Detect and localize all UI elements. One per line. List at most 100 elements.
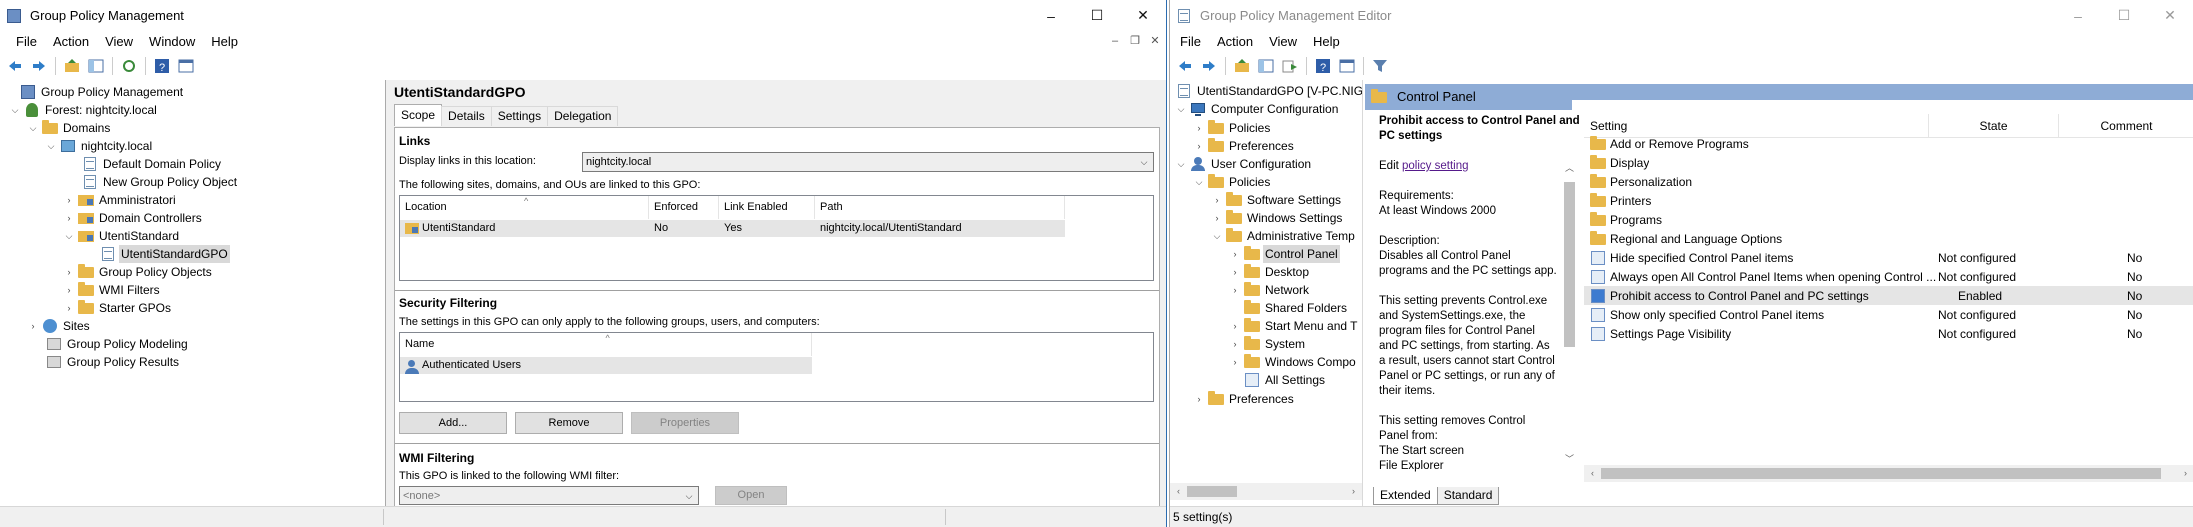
tree-item-administrative-templates[interactable]: ⌵ Administrative Temp — [1210, 227, 1357, 245]
expand-icon[interactable]: › — [1210, 193, 1224, 207]
tree-item-modeling[interactable]: Group Policy Modeling — [44, 335, 190, 353]
scroll-down-icon[interactable]: ﹀ — [1561, 451, 1578, 468]
add-button[interactable]: Add... — [399, 412, 507, 434]
tree-item-software-settings[interactable]: › Software Settings — [1210, 191, 1343, 209]
expand-icon[interactable]: › — [1228, 283, 1242, 297]
tree-item-forest[interactable]: ⌵ Forest: nightcity.local — [8, 101, 159, 119]
properties-button[interactable]: Properties — [631, 412, 739, 434]
tree-item-user-configuration[interactable]: ⌵ User Configuration — [1174, 155, 1313, 173]
close-button[interactable]: ✕ — [2147, 0, 2193, 31]
help-icon[interactable]: ? — [151, 55, 173, 77]
remove-button[interactable]: Remove — [515, 412, 623, 434]
list-horizontal-scrollbar[interactable]: ‹ › — [1584, 465, 2193, 482]
list-item-policy[interactable]: Always open All Control Panel Items when… — [1584, 267, 2193, 286]
column-link-enabled[interactable]: Link Enabled — [719, 196, 815, 219]
edit-policy-setting-link[interactable]: policy setting — [1402, 160, 1468, 172]
tree-item-user-policies[interactable]: ⌵ Policies — [1192, 173, 1272, 191]
expand-icon[interactable]: › — [1228, 265, 1242, 279]
tree-item-amministratori[interactable]: › Amministratori — [62, 191, 178, 209]
menu-action[interactable]: Action — [1209, 31, 1261, 53]
display-links-combo[interactable]: nightcity.local ⌵ — [582, 152, 1154, 172]
tree-item-sites[interactable]: › Sites — [26, 317, 92, 335]
tree-item-windows-components[interactable]: › Windows Compo — [1228, 353, 1358, 371]
tree-item-computer-policies[interactable]: › Policies — [1192, 119, 1272, 137]
menu-help[interactable]: Help — [1305, 31, 1348, 53]
minimize-button[interactable]: – — [1028, 0, 1074, 31]
scroll-up-icon[interactable]: ︿ — [1561, 160, 1578, 177]
mdi-minimize-button[interactable]: – — [1107, 33, 1123, 49]
collapse-icon[interactable]: ⌵ — [1174, 102, 1188, 116]
description-scrollbar[interactable]: ︿ ﹀ — [1561, 160, 1578, 468]
table-row[interactable]: UtentiStandard No Yes nightcity.local/Ut… — [400, 220, 1065, 237]
expand-icon[interactable]: › — [26, 319, 40, 333]
tree-item-default-domain-policy[interactable]: Default Domain Policy — [80, 155, 223, 173]
menu-help[interactable]: Help — [203, 31, 246, 53]
menu-file[interactable]: File — [8, 31, 45, 53]
tree-item-gpo-root[interactable]: UtentiStandardGPO [V-PC.NIGH — [1174, 82, 1362, 100]
expand-icon[interactable]: › — [1228, 355, 1242, 369]
wmi-open-button[interactable]: Open — [715, 486, 787, 505]
expand-icon[interactable]: › — [62, 265, 76, 279]
menu-file[interactable]: File — [1172, 31, 1209, 53]
collapse-icon[interactable]: ⌵ — [44, 139, 58, 153]
expand-icon[interactable]: › — [1228, 337, 1242, 351]
expand-icon[interactable]: › — [62, 211, 76, 225]
tree-item-network[interactable]: › Network — [1228, 281, 1311, 299]
tree-item-control-panel[interactable]: › Control Panel — [1228, 245, 1340, 263]
tab-details[interactable]: Details — [441, 106, 492, 126]
close-button[interactable]: ✕ — [1120, 0, 1166, 31]
column-path[interactable]: Path — [815, 196, 1065, 219]
tree-item-new-gpo[interactable]: New Group Policy Object — [80, 173, 239, 191]
list-item-policy[interactable]: Hide specified Control Panel items Not co… — [1584, 248, 2193, 267]
tree-item-group-policy-objects[interactable]: › Group Policy Objects — [62, 263, 214, 281]
tree-item-computer-preferences[interactable]: › Preferences — [1192, 137, 1296, 155]
expand-icon[interactable]: › — [1228, 319, 1242, 333]
collapse-icon[interactable]: ⌵ — [26, 121, 40, 135]
column-name[interactable]: Name ^ — [400, 333, 812, 356]
help-icon[interactable]: ? — [1312, 55, 1334, 77]
filter-icon[interactable] — [1369, 55, 1391, 77]
list-item-folder[interactable]: Programs — [1584, 210, 2193, 229]
refresh-icon[interactable] — [118, 55, 140, 77]
list-item-folder[interactable]: Printers — [1584, 191, 2193, 210]
list-item-policy[interactable]: Show only specified Control Panel items N… — [1584, 305, 2193, 324]
tree-item-start-menu[interactable]: › Start Menu and T — [1228, 317, 1360, 335]
wmi-filter-combo[interactable]: <none> ⌵ — [399, 486, 699, 505]
list-item-policy[interactable]: Settings Page Visibility Not configured No — [1584, 324, 2193, 343]
show-hide-tree-icon[interactable] — [85, 55, 107, 77]
show-hide-tree-icon[interactable] — [1255, 55, 1277, 77]
collapse-icon[interactable]: ⌵ — [8, 103, 22, 117]
tree-item-user-preferences[interactable]: › Preferences — [1192, 390, 1296, 408]
tree-item-domain-controllers[interactable]: › Domain Controllers — [62, 209, 204, 227]
tree-item-gpm-root[interactable]: Group Policy Management — [4, 83, 185, 101]
scroll-thumb[interactable] — [1564, 182, 1575, 347]
expand-icon[interactable]: › — [1192, 139, 1206, 153]
menu-view[interactable]: View — [97, 31, 141, 53]
list-item-policy-selected[interactable]: Prohibit access to Control Panel and PC … — [1584, 286, 2193, 305]
tree-item-results[interactable]: Group Policy Results — [44, 353, 181, 371]
tree-item-starter-gpos[interactable]: › Starter GPOs — [62, 299, 173, 317]
list-item-folder[interactable]: Add or Remove Programs — [1584, 134, 2193, 153]
tree-item-all-settings[interactable]: All Settings — [1242, 371, 1327, 389]
expand-icon[interactable]: › — [62, 193, 76, 207]
tree-item-windows-settings[interactable]: › Windows Settings — [1210, 209, 1344, 227]
minimize-button[interactable]: – — [2055, 0, 2101, 31]
scroll-left-icon[interactable]: ‹ — [1170, 483, 1187, 500]
tab-scope[interactable]: Scope — [394, 104, 443, 126]
tree-item-domains[interactable]: ⌵ Domains — [26, 119, 112, 137]
tree-item-wmi-filters[interactable]: › WMI Filters — [62, 281, 162, 299]
expand-icon[interactable]: › — [1228, 247, 1242, 261]
extended-view-icon[interactable] — [1336, 55, 1358, 77]
menu-view[interactable]: View — [1261, 31, 1305, 53]
column-enforced[interactable]: Enforced — [649, 196, 719, 219]
collapse-icon[interactable]: ⌵ — [1210, 229, 1224, 243]
menu-window[interactable]: Window — [141, 31, 203, 53]
back-arrow-icon[interactable] — [4, 55, 26, 77]
menu-action[interactable]: Action — [45, 31, 97, 53]
expand-icon[interactable]: › — [62, 301, 76, 315]
tree-item-domain[interactable]: ⌵ nightcity.local — [44, 137, 154, 155]
tree-item-utentistandard[interactable]: ⌵ UtentiStandard — [62, 227, 181, 245]
tree-item-computer-configuration[interactable]: ⌵ Computer Configuration — [1174, 100, 1340, 118]
tab-delegation[interactable]: Delegation — [547, 106, 619, 126]
mdi-close-button[interactable]: ✕ — [1147, 33, 1163, 49]
